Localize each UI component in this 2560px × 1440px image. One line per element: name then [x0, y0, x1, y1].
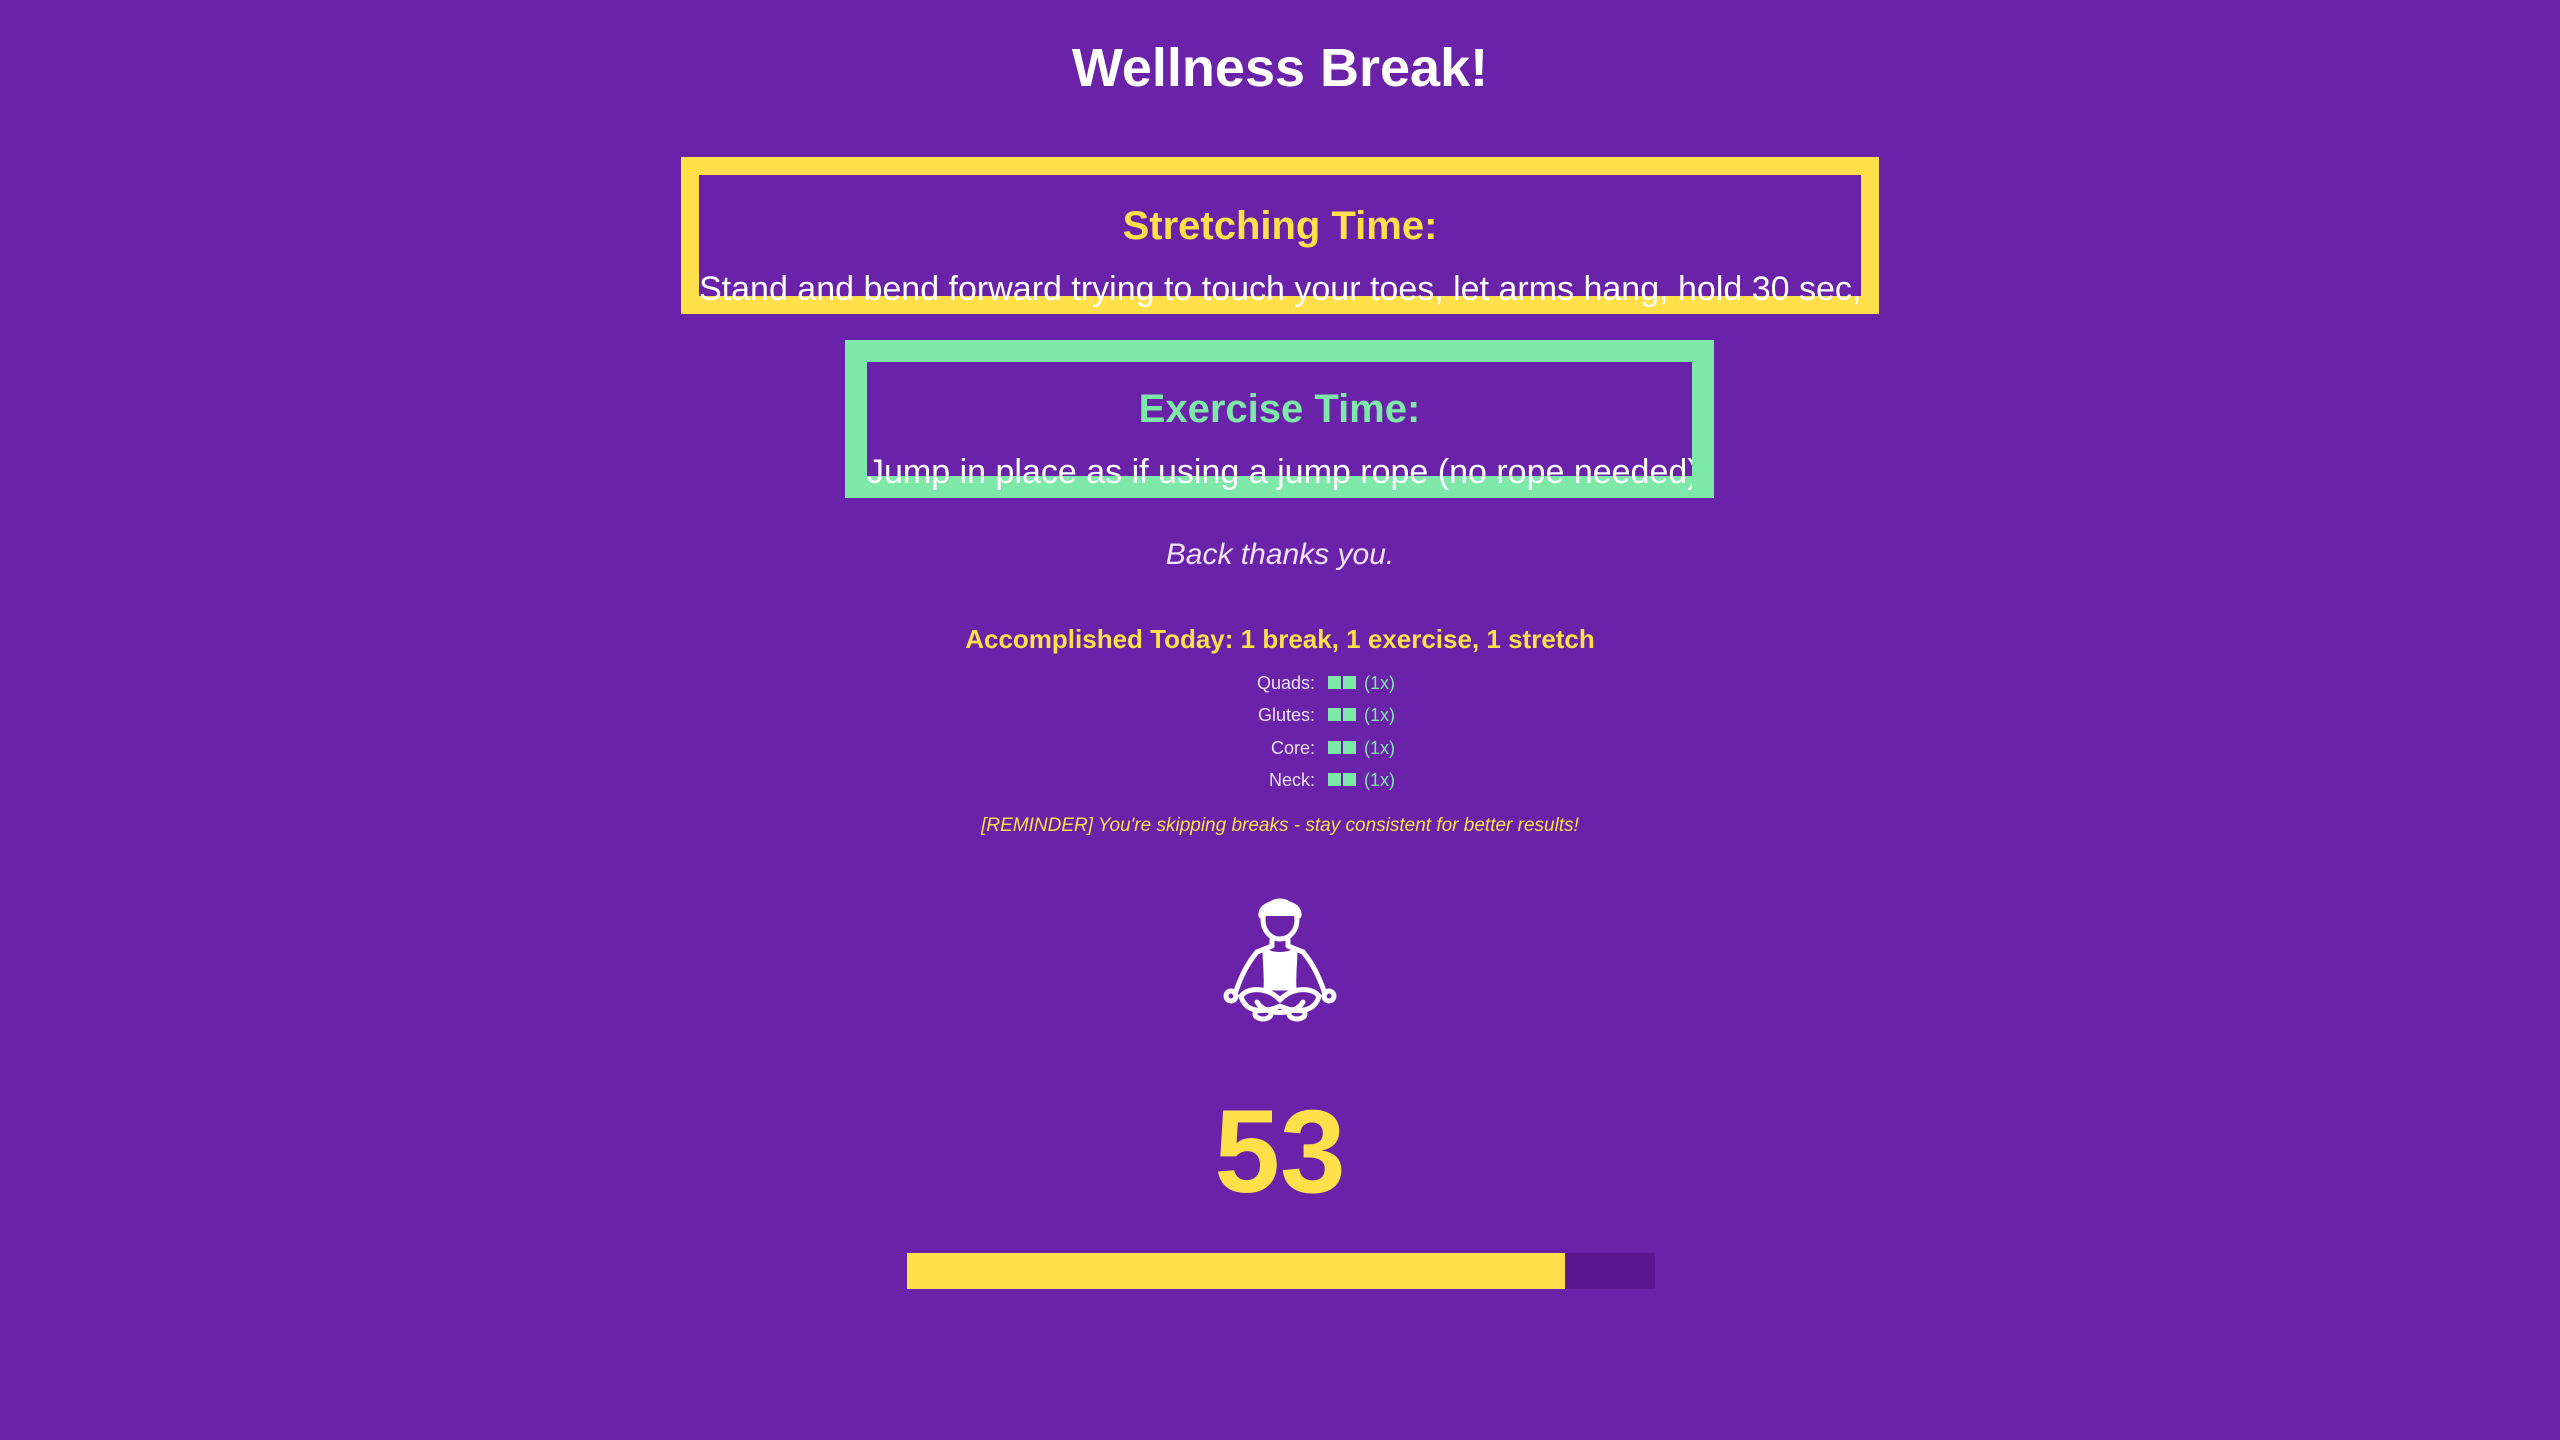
- page-title: Wellness Break!: [1071, 38, 1489, 98]
- reminder-message: [REMINDER] You're skipping breaks - stay…: [981, 815, 1579, 836]
- stretching-instruction: Stand and bend forward trying to touch y…: [699, 270, 1861, 308]
- stretching-heading: Stretching Time:: [1122, 204, 1438, 248]
- muscle-row-quads: Quads: (1x): [0, 667, 2560, 699]
- muscle-row-neck: Neck: (1x): [0, 764, 2560, 796]
- exercise-card: Exercise Time: Jump in place as if using…: [845, 340, 1714, 498]
- meditation-figure-icon: [1223, 898, 1337, 1022]
- muscle-label: Glutes:: [1257, 705, 1315, 725]
- muscle-progress-blocks: [1328, 676, 1358, 689]
- break-progress-bar: [907, 1253, 1655, 1289]
- muscle-count: (1x): [1364, 705, 1395, 725]
- muscle-count: (1x): [1364, 738, 1395, 758]
- exercise-instruction: Jump in place as if using a jump rope (n…: [867, 453, 1692, 491]
- muscle-label: Neck:: [1268, 770, 1315, 790]
- break-progress-fill: [907, 1253, 1566, 1289]
- stretching-card: Stretching Time: Stand and bend forward …: [681, 157, 1879, 314]
- exercise-heading: Exercise Time:: [1138, 387, 1421, 431]
- motivation-message: Back thanks you.: [1165, 538, 1395, 571]
- muscle-row-core: Core: (1x): [0, 732, 2560, 764]
- muscle-count: (1x): [1364, 673, 1395, 693]
- muscle-count: (1x): [1364, 770, 1395, 790]
- muscle-label: Quads:: [1256, 673, 1315, 693]
- accomplished-today: Accomplished Today: 1 break, 1 exercise,…: [965, 624, 1595, 654]
- muscle-progress-blocks: [1328, 708, 1358, 721]
- countdown-timer: 53: [1214, 1086, 1346, 1218]
- muscle-progress-blocks: [1328, 741, 1358, 754]
- muscle-label: Core:: [1270, 738, 1315, 758]
- muscle-row-glutes: Glutes: (1x): [0, 699, 2560, 731]
- muscle-progress-blocks: [1328, 773, 1358, 786]
